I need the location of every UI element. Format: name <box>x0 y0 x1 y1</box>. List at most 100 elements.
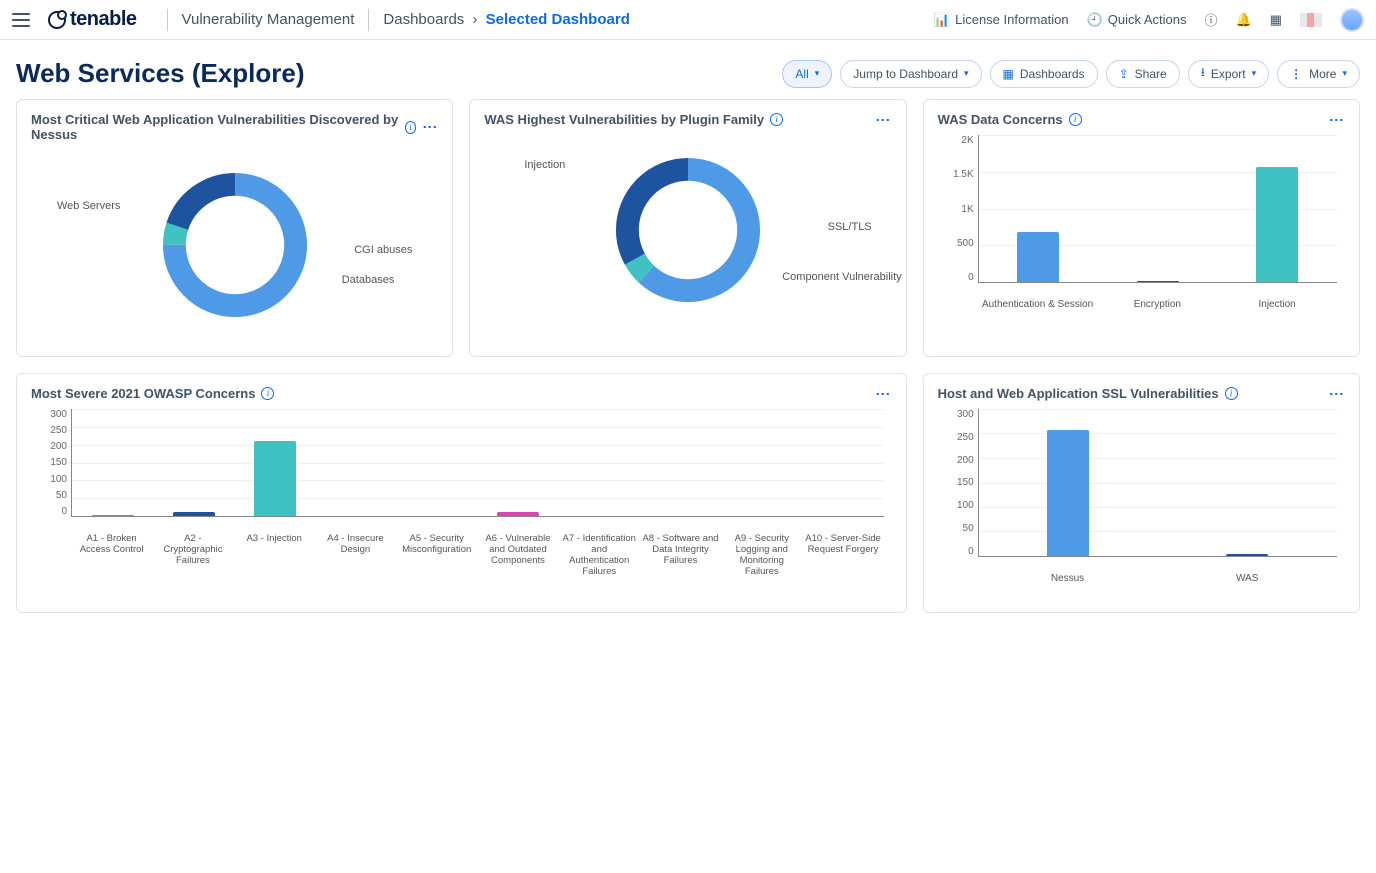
separator <box>368 9 369 31</box>
info-icon[interactable]: i <box>405 121 417 134</box>
slice-label: Databases <box>342 274 395 286</box>
x-label: Authentication & Session <box>978 299 1098 310</box>
share-label: Share <box>1135 67 1167 81</box>
x-label: A5 - Security Misconfiguration <box>396 533 477 577</box>
export-label: Export <box>1211 67 1246 81</box>
avatar[interactable] <box>1340 8 1364 32</box>
card-title: Host and Web Application SSL Vulnerabili… <box>938 386 1219 401</box>
page-title: Web Services (Explore) <box>16 58 305 89</box>
dashboards-button[interactable]: ▦ Dashboards <box>990 60 1098 88</box>
bar-a3[interactable] <box>254 441 296 516</box>
x-axis-labels: NessusWAS <box>978 573 1337 584</box>
x-label: A7 - Identification and Authentication F… <box>559 533 640 577</box>
jump-dashboard-dropdown[interactable]: Jump to Dashboard ▾ <box>840 60 981 88</box>
apps-icon[interactable]: ▦ <box>1270 12 1282 28</box>
breadcrumb-root[interactable]: Dashboards <box>383 11 464 28</box>
brand-logo[interactable]: tenable <box>48 8 137 31</box>
x-label: A10 - Server-Side Request Forgery <box>802 533 883 577</box>
bar-chart[interactable]: 300250200150100500 <box>938 409 1345 569</box>
x-label: A8 - Software and Data Integrity Failure… <box>640 533 721 577</box>
more-label: More <box>1309 67 1336 81</box>
info-icon[interactable]: i <box>261 387 274 400</box>
dashboard-grid: Most Critical Web Application Vulnerabil… <box>0 99 1376 633</box>
jump-label: Jump to Dashboard <box>853 67 958 81</box>
bar-authentication-&-session[interactable] <box>1017 232 1059 282</box>
chevron-down-icon: ▾ <box>964 68 969 79</box>
quick-actions-button[interactable]: 🕘 Quick Actions <box>1087 12 1187 28</box>
license-info-link[interactable]: 📊 License Information <box>934 12 1069 28</box>
export-icon: ⭳ <box>1201 63 1205 84</box>
card-owasp-concerns: Most Severe 2021 OWASP Concerns i ⋮ 3002… <box>16 373 907 613</box>
more-icon: ⋮ <box>1290 67 1303 81</box>
y-axis: 2K1.5K1K5000 <box>938 135 974 283</box>
slice-label: Injection <box>524 159 565 171</box>
bar-a6[interactable] <box>497 512 539 516</box>
y-axis: 300250200150100500 <box>938 409 974 557</box>
donut-chart[interactable]: Injection SSL/TLS Component Vulnerabilit… <box>484 135 891 325</box>
x-label: A4 - Insecure Design <box>315 533 396 577</box>
quick-actions-label: Quick Actions <box>1108 12 1187 27</box>
filter-all-dropdown[interactable]: All▾ <box>782 60 832 88</box>
share-icon: ⇪ <box>1119 67 1129 81</box>
slice-label: SSL/TLS <box>828 221 872 233</box>
x-label: WAS <box>1157 573 1337 584</box>
page-header: Web Services (Explore) All▾ Jump to Dash… <box>0 40 1376 99</box>
chevron-down-icon: ▾ <box>815 68 820 79</box>
help-icon[interactable]: ⓘ <box>1205 10 1218 29</box>
grid-icon: ▦ <box>1003 67 1014 81</box>
card-title: Most Critical Web Application Vulnerabil… <box>31 112 399 142</box>
slice-label: Component Vulnerability <box>782 271 901 283</box>
card-menu-button[interactable]: ⋮ <box>876 387 892 401</box>
card-title: Most Severe 2021 OWASP Concerns <box>31 386 255 401</box>
bar-was[interactable] <box>1226 554 1268 556</box>
card-ssl-vulns: Host and Web Application SSL Vulnerabili… <box>923 373 1360 613</box>
bar-injection[interactable] <box>1256 167 1298 282</box>
card-critical-web-vulns: Most Critical Web Application Vulnerabil… <box>16 99 453 357</box>
x-label: A6 - Vulnerable and Outdated Components <box>477 533 558 577</box>
card-menu-button[interactable]: ⋮ <box>1329 113 1345 127</box>
card-title: WAS Highest Vulnerabilities by Plugin Fa… <box>484 112 764 127</box>
x-label: A1 - Broken Access Control <box>71 533 152 577</box>
donut-chart[interactable]: Web Servers CGI abuses Databases <box>31 150 438 340</box>
bar-chart-icon: 📊 <box>934 12 950 28</box>
license-label: License Information <box>955 12 1068 27</box>
info-icon[interactable]: i <box>1225 387 1238 400</box>
bar-encryption[interactable] <box>1137 281 1179 282</box>
x-label: A9 - Security Logging and Monitoring Fai… <box>721 533 802 577</box>
locale-flag[interactable] <box>1300 13 1322 27</box>
export-dropdown[interactable]: ⭳ Export ▾ <box>1188 60 1269 88</box>
card-menu-button[interactable]: ⋮ <box>876 113 892 127</box>
info-icon[interactable]: i <box>1069 113 1082 126</box>
x-label: Nessus <box>978 573 1158 584</box>
bar-a1[interactable] <box>92 515 134 516</box>
chevron-down-icon: ▾ <box>1252 68 1257 79</box>
bar-a2[interactable] <box>173 512 215 516</box>
bell-icon[interactable]: 🔔 <box>1236 12 1252 28</box>
separator <box>167 9 168 31</box>
chevron-right-icon: › <box>472 11 477 28</box>
top-bar: tenable Vulnerability Management Dashboa… <box>0 0 1376 40</box>
card-menu-button[interactable]: ⋮ <box>422 120 438 134</box>
info-icon[interactable]: i <box>770 113 783 126</box>
x-label: Injection <box>1217 299 1337 310</box>
menu-icon[interactable] <box>12 13 30 27</box>
card-menu-button[interactable]: ⋮ <box>1329 387 1345 401</box>
product-name[interactable]: Vulnerability Management <box>182 11 355 28</box>
breadcrumb-current: Selected Dashboard <box>486 11 630 28</box>
slice-label: CGI abuses <box>354 244 412 256</box>
dashboards-label: Dashboards <box>1020 67 1085 81</box>
x-label: A3 - Injection <box>234 533 315 577</box>
x-axis-labels: A1 - Broken Access ControlA2 - Cryptogra… <box>71 533 884 577</box>
bar-nessus[interactable] <box>1047 430 1089 556</box>
x-label: Encryption <box>1097 299 1217 310</box>
more-dropdown[interactable]: ⋮ More ▾ <box>1277 60 1360 88</box>
x-label: A2 - Cryptographic Failures <box>152 533 233 577</box>
bar-chart[interactable]: 2K1.5K1K5000 <box>938 135 1345 295</box>
card-title: WAS Data Concerns <box>938 112 1063 127</box>
card-was-plugin-family: WAS Highest Vulnerabilities by Plugin Fa… <box>469 99 906 357</box>
share-button[interactable]: ⇪ Share <box>1106 60 1180 88</box>
card-was-data-concerns: WAS Data Concerns i ⋮ 2K1.5K1K5000 Authe… <box>923 99 1360 357</box>
slice-label: Web Servers <box>57 200 120 212</box>
bar-chart[interactable]: 300250200150100500 <box>31 409 892 529</box>
chevron-down-icon: ▾ <box>1342 68 1347 79</box>
